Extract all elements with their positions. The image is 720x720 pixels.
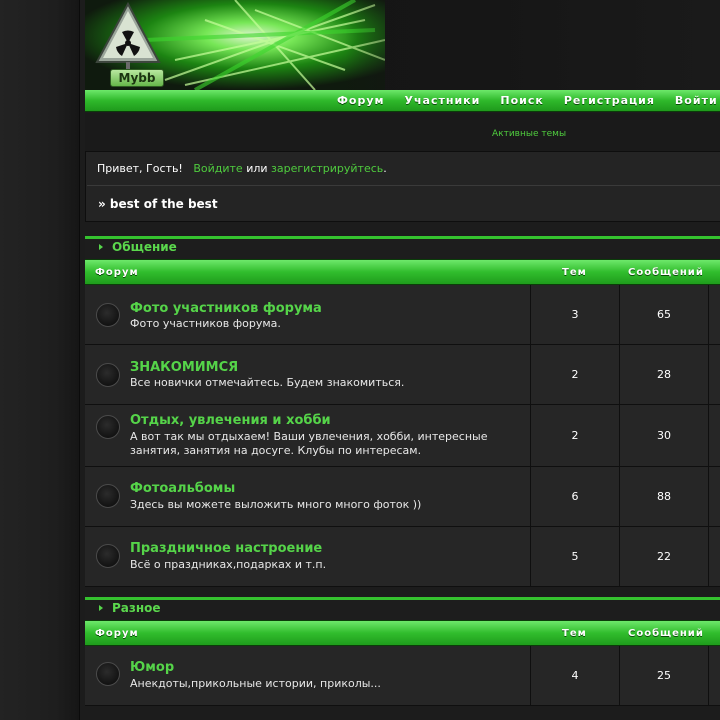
login-link[interactable]: Войдите: [193, 162, 242, 175]
col-forum: Форум: [95, 267, 139, 278]
subbar: Активные темы: [85, 113, 720, 151]
greeting-text: Привет, Гость!: [97, 162, 183, 175]
forum-row[interactable]: Юмор Анекдоты,прикольные истории, прикол…: [85, 646, 720, 706]
forum-info-cell: Фото участников форума Фото участников ф…: [85, 285, 531, 344]
category-header[interactable]: Разное: [85, 597, 720, 620]
category-header[interactable]: Общение: [85, 236, 720, 259]
left-gutter: [0, 0, 80, 720]
divider: [87, 185, 720, 186]
logo-badge: Mybb: [110, 69, 164, 87]
forum-title-link[interactable]: Фото участников форума: [130, 301, 322, 316]
posts-count: 28: [620, 345, 709, 404]
nav-forum[interactable]: Форум: [337, 90, 385, 112]
forum-info-cell: Юмор Анекдоты,прикольные истории, прикол…: [85, 646, 531, 705]
topics-count: 5: [531, 527, 620, 586]
nav-search[interactable]: Поиск: [500, 90, 543, 112]
category-title: Общение: [112, 240, 177, 254]
forum-status-icon: [96, 662, 120, 686]
table-header: Форум Тем Сообщений: [85, 259, 720, 285]
triangle-right-icon: [99, 605, 103, 611]
welcome-line: Привет, Гость! Войдите или зарегистрируй…: [97, 162, 387, 175]
forum-info-cell: Праздничное настроение Всё о праздниках,…: [85, 527, 531, 586]
forum-row[interactable]: Фотоальбомы Здесь вы можете выложить мно…: [85, 467, 720, 527]
forum-description: Анекдоты,прикольные истории, приколы...: [130, 677, 381, 690]
posts-count: 65: [620, 285, 709, 344]
posts-count: 22: [620, 527, 709, 586]
forum-row[interactable]: Фото участников форума Фото участников ф…: [85, 285, 720, 345]
forum-title-link[interactable]: Праздничное настроение: [130, 541, 322, 556]
nav-register[interactable]: Регистрация: [564, 90, 655, 112]
col-posts: Сообщений: [628, 628, 704, 639]
header-fade: [345, 0, 720, 90]
posts-count: 25: [620, 646, 709, 705]
forum-title-link[interactable]: Отдых, увлечения и хобби: [130, 413, 331, 428]
col-topics: Тем: [562, 267, 587, 278]
forum-page: Mybb Форум Участники Поиск Регистрация В…: [85, 0, 720, 720]
col-topics: Тем: [562, 628, 587, 639]
category-general: Общение Форум Тем Сообщений Фото участни…: [85, 236, 720, 587]
topics-count: 2: [531, 405, 620, 466]
site-header: Mybb: [85, 0, 720, 90]
forum-status-icon: [96, 544, 120, 568]
posts-count: 88: [620, 467, 709, 526]
topics-count: 2: [531, 345, 620, 404]
active-topics-link[interactable]: Активные темы: [492, 129, 566, 139]
main-nav: Форум Участники Поиск Регистрация Войти: [85, 90, 720, 112]
topics-count: 6: [531, 467, 620, 526]
forum-info-cell: ЗНАКОМИМСЯ Все новички отмечайтесь. Буде…: [85, 345, 531, 404]
forum-info-cell: Фотоальбомы Здесь вы можете выложить мно…: [85, 467, 531, 526]
forum-title-link[interactable]: Фотоальбомы: [130, 481, 235, 496]
forum-description: Фото участников форума.: [130, 317, 281, 330]
forum-status-icon: [96, 484, 120, 508]
register-link[interactable]: зарегистрируйтесь: [271, 162, 383, 175]
breadcrumb[interactable]: » best of the best: [98, 197, 218, 211]
forum-row[interactable]: Отдых, увлечения и хобби А вот так мы от…: [85, 405, 720, 467]
welcome-box: Привет, Гость! Войдите или зарегистрируй…: [85, 151, 720, 222]
forum-description: Здесь вы можете выложить много много фот…: [130, 498, 422, 511]
col-forum: Форум: [95, 628, 139, 639]
forum-title-link[interactable]: ЗНАКОМИМСЯ: [130, 360, 238, 375]
site-logo[interactable]: Mybb: [95, 2, 165, 88]
period-text: .: [383, 162, 387, 175]
forum-info-cell: Отдых, увлечения и хобби А вот так мы от…: [85, 405, 531, 466]
posts-count: 30: [620, 405, 709, 466]
forum-row[interactable]: ЗНАКОМИМСЯ Все новички отмечайтесь. Буде…: [85, 345, 720, 405]
forum-status-icon: [96, 415, 120, 439]
nav-members[interactable]: Участники: [405, 90, 481, 112]
radiation-warning-icon: [95, 2, 161, 72]
col-posts: Сообщений: [628, 267, 704, 278]
topics-count: 3: [531, 285, 620, 344]
forum-status-icon: [96, 303, 120, 327]
forum-description: А вот так мы отдыхаем! Ваши увлечения, х…: [130, 430, 488, 457]
category-misc: Разное Форум Тем Сообщений Юмор Анекдоты…: [85, 597, 720, 706]
forum-description: Всё о праздниках,подарках и т.п.: [130, 558, 327, 571]
forum-row[interactable]: Праздничное настроение Всё о праздниках,…: [85, 527, 720, 587]
forum-status-icon: [96, 363, 120, 387]
topics-count: 4: [531, 646, 620, 705]
table-header: Форум Тем Сообщений: [85, 620, 720, 646]
forum-title-link[interactable]: Юмор: [130, 660, 174, 675]
triangle-right-icon: [99, 244, 103, 250]
or-text: или: [246, 162, 268, 175]
forum-description: Все новички отмечайтесь. Будем знакомить…: [130, 376, 405, 389]
category-title: Разное: [112, 601, 161, 615]
nav-login[interactable]: Войти: [675, 90, 718, 112]
